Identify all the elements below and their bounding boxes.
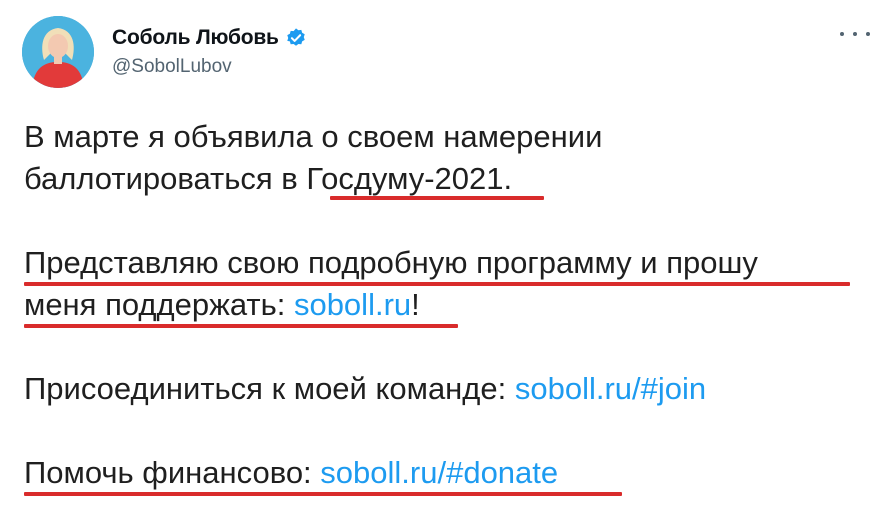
tweet-text: В марте я объявила о своем намерении бал… — [24, 116, 874, 494]
verified-badge-icon — [287, 28, 305, 46]
tweet-line: меня поддержать: soboll.ru! — [24, 284, 874, 326]
author-display-name[interactable]: Соболь Любовь — [112, 26, 279, 50]
link-join[interactable]: soboll.ru/#join — [515, 371, 706, 406]
highlight-underline — [24, 492, 622, 496]
tweet-line: Присоединиться к моей команде: soboll.ru… — [24, 368, 874, 410]
more-horizontal-icon[interactable] — [840, 24, 870, 44]
highlight-underline — [330, 196, 544, 200]
highlight-underline — [24, 282, 850, 286]
tweet-line: Помочь финансово: soboll.ru/#donate — [24, 452, 874, 494]
tweet-text-fragment: меня поддержать: — [24, 287, 294, 322]
avatar[interactable] — [22, 16, 94, 88]
tweet-text-fragment: Присоединиться к моей команде: — [24, 371, 515, 406]
tweet-line: В марте я объявила о своем намерении — [24, 119, 603, 154]
tweet-text-fragment: ! — [411, 287, 420, 322]
tweet-line: баллотироваться в Госдуму-2021. — [24, 161, 513, 196]
highlight-underline — [24, 324, 458, 328]
link-soboll[interactable]: soboll.ru — [294, 287, 411, 322]
tweet-text-fragment: Помочь финансово: — [24, 455, 321, 490]
link-donate[interactable]: soboll.ru/#donate — [320, 455, 558, 490]
profile-photo — [22, 16, 94, 88]
tweet-line: Представляю свою подробную программу и п… — [24, 245, 758, 280]
author-handle[interactable]: @SobolLubov — [112, 56, 232, 78]
